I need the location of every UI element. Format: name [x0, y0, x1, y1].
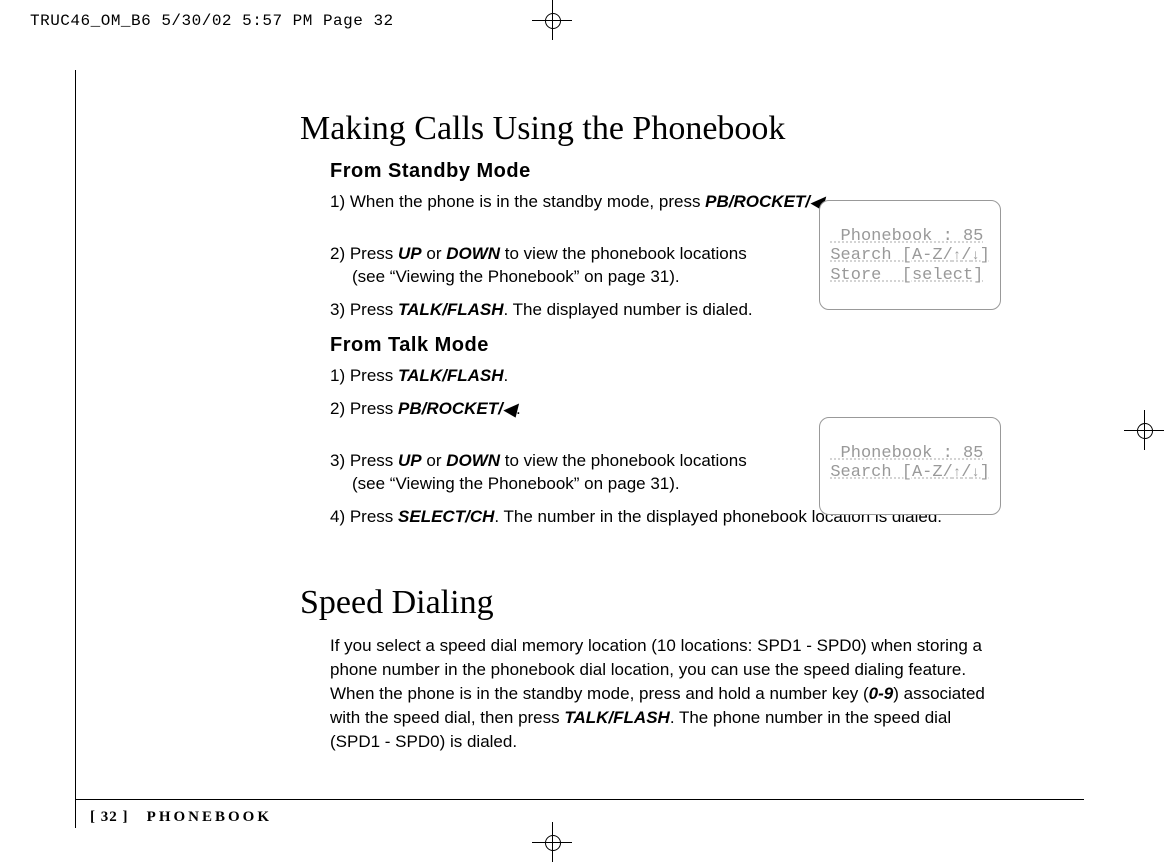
text: 4) Press [330, 507, 398, 526]
key-down: DOWN [446, 451, 500, 470]
crop-mark-bottom [532, 822, 572, 862]
heading-speed-dialing: Speed Dialing [300, 584, 1020, 622]
print-slug: TRUC46_OM_B6 5/30/02 5:57 PM Page 32 [30, 12, 394, 30]
key-down: DOWN [446, 244, 500, 263]
text: 1) Press [330, 366, 398, 385]
speed-dialing-paragraph: If you select a speed dial memory locati… [330, 634, 1000, 753]
subheading-standby: From Standby Mode [330, 160, 1020, 183]
footer-rule [75, 799, 1084, 800]
key-0-9: 0-9 [869, 684, 894, 703]
text: 2) Press [330, 399, 398, 418]
lcd-line: Phonebook : 85 [830, 444, 990, 464]
key-pb-rocket: PB/ROCKET/ [398, 399, 503, 418]
text: 3) Press [330, 300, 398, 319]
subheading-talk: From Talk Mode [330, 334, 1020, 357]
down-arrow-icon: ↓ [971, 248, 979, 264]
crop-mark-top [532, 0, 572, 40]
up-arrow-icon: ↑ [953, 465, 961, 481]
key-talk-flash: TALK/FLASH [564, 708, 669, 727]
lcd-screen-talk: Phonebook : 85Search [A-Z/↑/↓] [819, 417, 1001, 515]
talk-step-1: 1) Press TALK/FLASH. [330, 365, 1020, 388]
text: 1) When the phone is in the standby mode… [330, 192, 705, 211]
key-talk-flash: TALK/FLASH [398, 366, 503, 385]
lcd-line: Search [A-Z/↑/↓] [830, 246, 990, 266]
left-margin-rule [75, 70, 76, 828]
crop-mark-right [1124, 410, 1164, 450]
heading-making-calls: Making Calls Using the Phonebook [300, 110, 1020, 148]
section-label: PHONEBOOK [147, 809, 272, 825]
key-pb-rocket: PB/ROCKET/ [705, 192, 810, 211]
key-up: UP [398, 244, 422, 263]
left-triangle-icon: ◀ [503, 399, 516, 422]
up-arrow-icon: ↑ [953, 248, 961, 264]
page-footer: [ 32 ] PHONEBOOK [90, 808, 272, 826]
down-arrow-icon: ↓ [971, 465, 979, 481]
text: or [422, 451, 447, 470]
text: . [503, 366, 508, 385]
page-number: [ 32 ] [90, 809, 129, 825]
key-talk-flash: TALK/FLASH [398, 300, 503, 319]
lcd-screen-standby: Phonebook : 85Search [A-Z/↑/↓]Store [sel… [819, 200, 1001, 310]
lcd-line: Phonebook : 85 [830, 227, 990, 247]
text: . The displayed number is dialed. [503, 300, 752, 319]
text: to view the phonebook locations [500, 244, 747, 263]
text: or [422, 244, 447, 263]
lcd-line: Search [A-Z/↑/↓] [830, 463, 990, 483]
text: 3) Press [330, 451, 398, 470]
lcd-line: Store [select] [830, 266, 990, 286]
text: . [516, 399, 521, 418]
text: to view the phonebook locations [500, 451, 747, 470]
key-select-ch: SELECT/CH [398, 507, 494, 526]
key-up: UP [398, 451, 422, 470]
text: 2) Press [330, 244, 398, 263]
